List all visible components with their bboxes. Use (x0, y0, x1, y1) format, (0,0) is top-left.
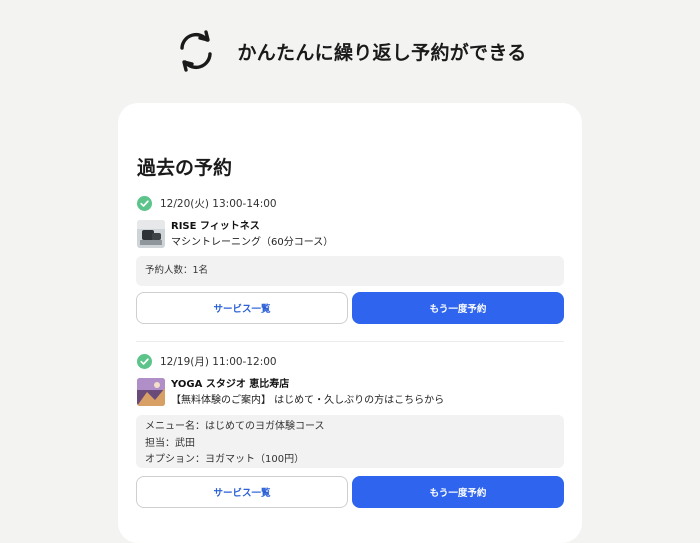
reservation-details: メニュー名：はじめてのヨガ体験コース 担当：武田 オプション：ヨガマット（100… (136, 415, 564, 468)
reservation-actions: サービス一覧 もう一度予約 (136, 476, 564, 508)
detail-line: 担当：武田 (145, 437, 195, 449)
detail-line: メニュー名：はじめてのヨガ体験コース (145, 421, 325, 432)
course-name: 【無料体験のご案内】 はじめて・久しぶりの方はこちらから (171, 395, 445, 406)
service-list-button[interactable]: サービス一覧 (136, 292, 348, 324)
divider (136, 341, 564, 342)
shop-thumbnail (137, 378, 165, 406)
course-name: マシントレーニング（60分コース） (171, 237, 334, 248)
reservation-actions: サービス一覧 もう一度予約 (136, 292, 564, 324)
promo-title: かんたんに繰り返し予約ができる (237, 41, 527, 64)
rebook-button[interactable]: もう一度予約 (352, 476, 564, 508)
reservation-details: 予約人数：1名 (136, 256, 564, 286)
shop-text: RISE フィットネス マシントレーニング（60分コース） (171, 220, 333, 249)
detail-line: 予約人数：1名 (145, 264, 209, 276)
reservation-datetime: 12/19(月) 11:00-12:00 (160, 355, 277, 368)
reservation-date-row: 12/19(月) 11:00-12:00 (137, 352, 277, 370)
promo-header: かんたんに繰り返し予約ができる (0, 28, 700, 74)
shop-name: RISE フィットネス (171, 221, 260, 232)
reservation-datetime: 12/20(火) 13:00-14:00 (160, 197, 277, 210)
check-circle-icon (137, 195, 152, 211)
refresh-icon (180, 30, 213, 72)
past-reservations-card: 過去の予約 12/20(火) 13:00-14:00 RISE フィットネス マ… (118, 103, 582, 543)
service-list-button[interactable]: サービス一覧 (136, 476, 348, 508)
shop-text: YOGA スタジオ 恵比寿店 【無料体験のご案内】 はじめて・久しぶりの方はこち… (171, 378, 444, 407)
detail-line: オプション：ヨガマット（100円） (145, 454, 305, 465)
section-title: 過去の予約 (137, 157, 233, 179)
check-circle-icon (137, 353, 152, 369)
rebook-button[interactable]: もう一度予約 (352, 292, 564, 324)
shop-info: RISE フィットネス マシントレーニング（60分コース） (137, 220, 333, 249)
shop-thumbnail (137, 220, 165, 248)
shop-info: YOGA スタジオ 恵比寿店 【無料体験のご案内】 はじめて・久しぶりの方はこち… (137, 378, 444, 407)
reservation-date-row: 12/20(火) 13:00-14:00 (137, 194, 277, 212)
shop-name: YOGA スタジオ 恵比寿店 (171, 379, 290, 390)
